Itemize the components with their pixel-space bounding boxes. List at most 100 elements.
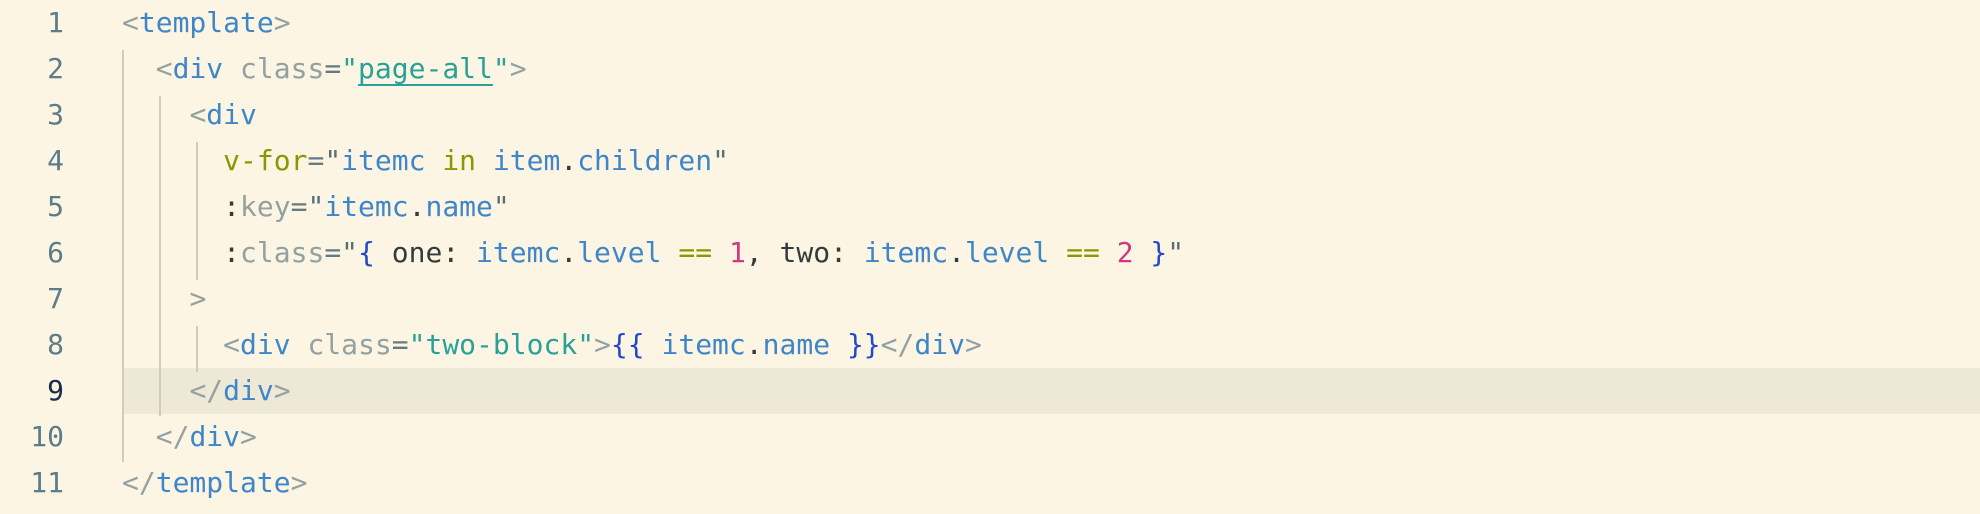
code-token: " [307, 190, 325, 223]
line-number: 3 [47, 98, 64, 131]
code-token: = [324, 236, 342, 269]
code-text: <div class="page-all"> [122, 46, 527, 92]
code-token: < [223, 328, 241, 361]
code-token: == [678, 236, 713, 269]
code-editor[interactable]: 1 <template> 2 <div class="page-all"> 3 <di… [0, 0, 1980, 514]
code-token: " [712, 144, 729, 177]
code-token: children [577, 144, 713, 177]
code-token: item [492, 144, 561, 177]
code-token: itemc [341, 144, 426, 177]
code-token: class [240, 52, 325, 85]
code-token: 2 [1116, 236, 1134, 269]
code-text: </div> [122, 368, 291, 414]
code-token: > [240, 420, 257, 453]
code-token: in [442, 144, 477, 177]
code-token: </ [189, 374, 224, 407]
line-number: 7 [47, 282, 64, 315]
code-text: </template> [122, 460, 307, 506]
code-token: > [964, 328, 982, 361]
code-line[interactable]: 9 </div> [0, 368, 1980, 414]
code-token: itemc [661, 328, 746, 361]
line-number: 1 [47, 6, 64, 39]
code-token: name [425, 190, 493, 223]
code-token: page-all [358, 52, 493, 85]
code-token: == [1066, 236, 1100, 269]
code-token: > [594, 328, 611, 361]
code-token: " [577, 328, 595, 361]
code-token: " [492, 52, 510, 85]
code-line[interactable]: 1 <template> [0, 0, 1980, 46]
code-token: name [762, 328, 831, 361]
code-token: = [324, 52, 342, 85]
code-token: > [509, 52, 527, 85]
indent-guide [122, 50, 124, 462]
code-line[interactable]: 8 <div class="two-block">{{ itemc.name }… [0, 322, 1980, 368]
code-token: two-block [425, 328, 578, 361]
code-text: <div [122, 92, 256, 138]
code-line[interactable]: 3 <div [0, 92, 1980, 138]
code-token: > [273, 374, 291, 407]
code-line[interactable]: 4 v-for="itemc in item.children" [0, 138, 1980, 184]
code-line[interactable]: 10 </div> [0, 414, 1980, 460]
line-number: 8 [47, 328, 64, 361]
line-number: 9 [47, 374, 64, 407]
code-token: > [290, 466, 308, 499]
code-token: itemc [324, 190, 409, 223]
code-token: level [964, 236, 1050, 269]
current-line-highlight [122, 368, 1980, 414]
code-token: < [122, 6, 139, 39]
code-text: :class="{ one: itemc.level == 1, two: it… [122, 230, 1184, 276]
indent-guide [196, 326, 198, 372]
code-token: </ [880, 328, 915, 361]
code-text: </div> [122, 414, 257, 460]
code-token: { [358, 236, 375, 269]
code-token: key [240, 190, 291, 223]
code-token: " [341, 236, 359, 269]
line-number: 2 [47, 52, 64, 85]
code-token: template [155, 466, 291, 499]
code-token: div [240, 328, 291, 361]
code-line[interactable]: 7 > [0, 276, 1980, 322]
line-number: 6 [47, 236, 64, 269]
code-token: div [223, 374, 274, 407]
code-token: }} [846, 328, 881, 361]
code-token: level [577, 236, 662, 269]
code-token: </ [122, 466, 156, 499]
code-token: template [138, 6, 274, 39]
code-token: > [189, 282, 207, 315]
indent-guide [159, 96, 161, 416]
code-text: > [122, 276, 206, 322]
code-line[interactable]: 11 </template> [0, 460, 1980, 506]
line-number: 4 [47, 144, 64, 177]
code-line[interactable]: 5 :key="itemc.name" [0, 184, 1980, 230]
code-token: class [240, 236, 325, 269]
code-token: > [273, 6, 291, 39]
code-token: = [290, 190, 308, 223]
code-token: {{ [610, 328, 645, 361]
code-token: . [745, 328, 763, 361]
code-token: " [408, 328, 426, 361]
code-token: div [172, 52, 224, 85]
code-token: : [223, 236, 241, 269]
code-token: : [223, 190, 241, 223]
code-token: " [324, 144, 342, 177]
code-token: one: [374, 236, 477, 269]
code-line[interactable]: 6 :class="{ one: itemc.level == 1, two: … [0, 230, 1980, 276]
code-text: <div class="two-block">{{ itemc.name }}<… [122, 322, 982, 368]
code-token: . [408, 190, 426, 223]
code-token: . [948, 236, 965, 269]
code-token: </ [155, 420, 190, 453]
code-line[interactable]: 2 <div class="page-all"> [0, 46, 1980, 92]
line-number: 11 [30, 466, 64, 499]
